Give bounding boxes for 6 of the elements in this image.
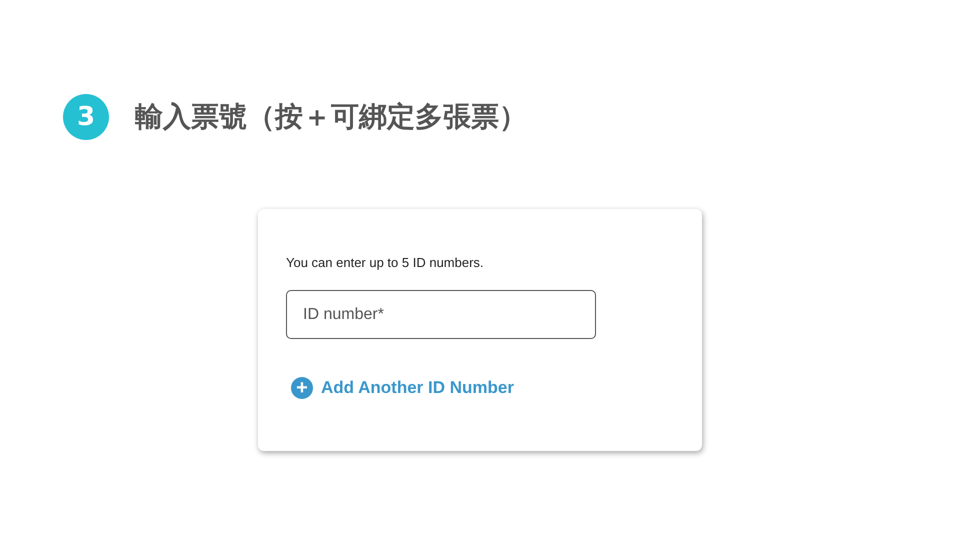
add-id-link[interactable]: + Add Another ID Number xyxy=(291,377,514,399)
hint-text: You can enter up to 5 ID numbers. xyxy=(286,255,485,270)
step-number-badge: 3 xyxy=(63,94,109,140)
step-title: 輸入票號（按＋可綁定多張票） xyxy=(135,99,527,135)
plus-circle-icon: + xyxy=(291,377,313,399)
input-field[interactable]: ID number* xyxy=(286,290,596,339)
